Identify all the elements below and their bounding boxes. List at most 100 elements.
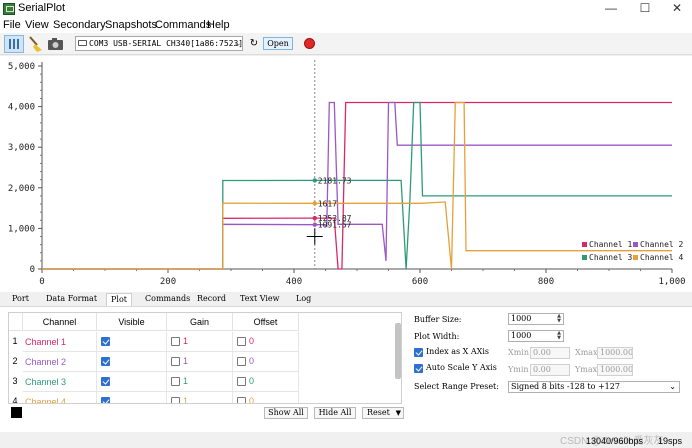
tab-log[interactable]: Log xyxy=(292,293,315,306)
offset-checkbox[interactable] xyxy=(237,377,246,386)
series-line-1[interactable] xyxy=(42,101,672,270)
port-select-value: COM3 USB-SERIAL CH340[1a86:7523] xyxy=(89,39,243,48)
visible-checkbox[interactable] xyxy=(101,337,110,346)
gain-checkbox[interactable] xyxy=(171,357,180,366)
gain-value[interactable]: 1 xyxy=(183,376,188,386)
gain-cell: 1 xyxy=(167,392,233,403)
tab-plot[interactable]: Plot xyxy=(106,293,132,306)
marker-dot xyxy=(312,178,317,183)
offset-value[interactable]: 0 xyxy=(249,336,254,346)
broom-icon xyxy=(29,36,42,52)
offset-value[interactable]: 0 xyxy=(249,396,254,403)
visible-checkbox[interactable] xyxy=(101,357,110,366)
tab-data-format[interactable]: Data Format xyxy=(42,293,101,306)
spin-arrows-icon[interactable]: ▲ ▼ xyxy=(555,331,563,341)
spin-arrows-icon[interactable]: ▲ ▼ xyxy=(555,314,563,324)
ymin-input[interactable]: 0.00 xyxy=(530,364,570,376)
ymin-label: Ymin xyxy=(508,365,529,374)
port-select[interactable]: COM3 USB-SERIAL CH340[1a86:7523] ⌵ xyxy=(75,36,243,51)
channel-name[interactable]: Channel 3 xyxy=(23,372,97,392)
channel-name[interactable]: Channel 1 xyxy=(23,332,97,352)
offset-checkbox[interactable] xyxy=(237,357,246,366)
refresh-icon[interactable]: ↻ xyxy=(248,36,260,51)
pause-button[interactable] xyxy=(4,35,24,53)
legend-label[interactable]: Channel 1 xyxy=(589,240,633,249)
index-as-x-checkbox[interactable] xyxy=(414,348,423,357)
hide-all-button[interactable]: Hide All xyxy=(314,407,356,419)
table-scrollbar[interactable] xyxy=(395,323,401,379)
close-icon[interactable]: ✕ xyxy=(662,0,692,18)
clear-button[interactable] xyxy=(26,35,46,53)
legend-label[interactable]: Channel 3 xyxy=(589,253,633,262)
channel-table: Channel Visible Gain Offset 1 Channel 1 1 0… xyxy=(8,312,402,404)
reset-button[interactable]: Reset ▼ xyxy=(362,407,404,419)
tab-commands[interactable]: Commands xyxy=(141,293,194,306)
bars-icon xyxy=(9,39,19,49)
y-tick-label: 2,000 xyxy=(8,184,35,194)
x-tick-label: 0 xyxy=(39,277,44,287)
offset-cell: 0 xyxy=(233,332,299,352)
channel-name[interactable]: Channel 2 xyxy=(23,352,97,372)
camera-icon xyxy=(48,38,63,50)
menu-secondary[interactable]: Secondary xyxy=(53,19,106,31)
offset-value[interactable]: 0 xyxy=(249,376,254,386)
open-button[interactable]: Open xyxy=(263,37,293,50)
tab-text-view[interactable]: Text View xyxy=(236,293,284,306)
table-corner xyxy=(9,313,23,331)
record-icon[interactable] xyxy=(304,38,315,49)
marker-label: 2181.73 xyxy=(318,176,352,185)
gain-checkbox[interactable] xyxy=(171,337,180,346)
series-line-2[interactable] xyxy=(42,101,672,270)
marker-dot xyxy=(312,201,317,206)
index-as-x-label: Index as X AXis xyxy=(426,347,490,356)
line-chart[interactable]: 0 1,000 2,000 3,000 4,000 5,000 0 200 400 600 800 1… xyxy=(0,56,692,292)
range-preset-select[interactable]: Signed 8 bits -128 to +127 ⌄ xyxy=(508,381,680,393)
menu-snapshots[interactable]: Snapshots xyxy=(105,19,157,31)
gain-value[interactable]: 1 xyxy=(183,336,188,346)
gain-checkbox[interactable] xyxy=(171,377,180,386)
xmin-input[interactable]: 0.00 xyxy=(530,347,570,359)
legend-label[interactable]: Channel 4 xyxy=(640,253,684,262)
gain-value[interactable]: 1 xyxy=(183,396,188,403)
marker-label: 1617 xyxy=(318,199,337,208)
auto-scale-label: Auto Scale Y Axis xyxy=(426,363,497,372)
plot-width-input[interactable]: 1000 ▲ ▼ xyxy=(508,330,564,342)
xmax-input[interactable]: 1000.00 xyxy=(597,347,633,359)
marker-dot xyxy=(312,215,317,221)
tab-record[interactable]: Record xyxy=(193,293,230,306)
show-all-button[interactable]: Show All xyxy=(264,407,308,419)
offset-checkbox[interactable] xyxy=(237,397,246,403)
color-swatch[interactable] xyxy=(11,407,22,418)
legend-label[interactable]: Channel 2 xyxy=(640,240,684,249)
header-gain: Gain xyxy=(167,313,233,331)
menu-commands[interactable]: Commands xyxy=(155,19,211,31)
menu-help[interactable]: Help xyxy=(207,19,230,31)
visible-checkbox[interactable] xyxy=(101,397,110,403)
menu-file[interactable]: File xyxy=(3,19,21,31)
reset-label: Reset xyxy=(367,408,390,417)
offset-value[interactable]: 0 xyxy=(249,356,254,366)
menu-view[interactable]: View xyxy=(25,19,49,31)
maximize-icon[interactable]: ☐ xyxy=(630,0,660,18)
menu-bar: File View Secondary Snapshots Commands H… xyxy=(0,18,692,33)
series-line-4[interactable] xyxy=(42,101,672,270)
ymax-input[interactable]: 1000.00 xyxy=(597,364,633,376)
legend-swatch xyxy=(633,255,638,260)
y-tick-label: 0 xyxy=(30,265,35,275)
auto-scale-checkbox[interactable] xyxy=(414,364,423,373)
gain-cell: 1 xyxy=(167,352,233,372)
tab-port[interactable]: Port xyxy=(8,293,33,306)
visible-checkbox[interactable] xyxy=(101,377,110,386)
gain-value[interactable]: 1 xyxy=(183,356,188,366)
baud-rate: 13040/960bps xyxy=(586,436,644,446)
buffer-size-input[interactable]: 1000 ▲ ▼ xyxy=(508,313,564,325)
channel-name[interactable]: Channel 4 xyxy=(23,392,97,403)
gain-checkbox[interactable] xyxy=(171,397,180,403)
y-tick-label: 1,000 xyxy=(8,224,35,234)
x-tick-label: 400 xyxy=(286,277,302,287)
series-line-3[interactable] xyxy=(42,101,672,270)
offset-checkbox[interactable] xyxy=(237,337,246,346)
snapshot-button[interactable] xyxy=(46,35,66,53)
minimize-icon[interactable]: — xyxy=(596,0,626,18)
plot-area[interactable]: 0 1,000 2,000 3,000 4,000 5,000 0 200 400 600 800 1… xyxy=(0,56,692,292)
